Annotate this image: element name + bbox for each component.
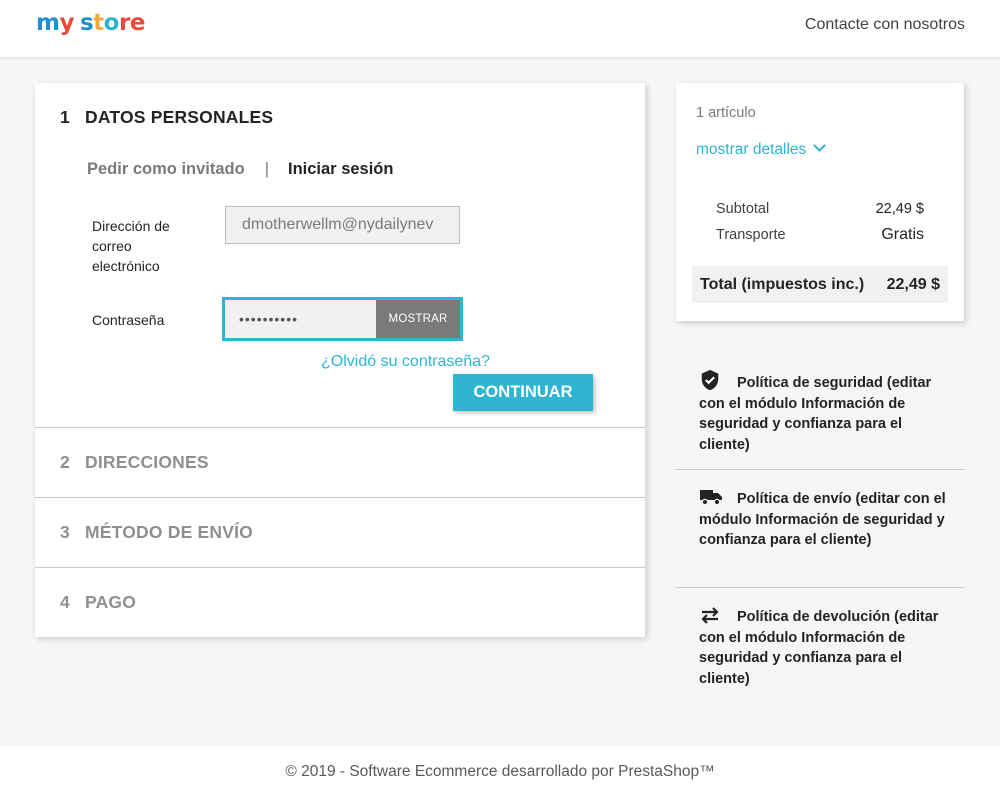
step-label: MÉTODO DE ENVÍO (85, 522, 253, 542)
password-label: Contraseña (92, 312, 165, 328)
shield-check-icon (699, 369, 721, 391)
logo-letter: y (59, 10, 74, 36)
step-addresses: 2 DIRECCIONES (35, 428, 645, 498)
continue-button[interactable]: CONTINUAR (453, 374, 593, 411)
tab-separator: | (264, 160, 269, 178)
store-logo[interactable]: my store (36, 10, 145, 36)
shipping-label: Transporte (716, 227, 786, 243)
subtotal-row: Subtotal 22,49 $ (716, 201, 924, 217)
step-title-shipping-method[interactable]: 3 MÉTODO DE ENVÍO (35, 498, 645, 567)
step-label: PAGO (85, 592, 137, 612)
total-label: Total (impuestos inc.) (700, 276, 865, 293)
step-personal-info: 1 DATOS PERSONALES Pedir como invitado | In… (35, 83, 645, 428)
reassurance-returns: Política de devolución (editar con el mó… (675, 588, 965, 706)
logo-letter: t (93, 10, 104, 36)
logo-letter: m (36, 10, 60, 36)
step-number: 4 (60, 592, 70, 612)
step-title-personal-info[interactable]: 1 DATOS PERSONALES (35, 83, 645, 151)
subtotal-label: Subtotal (716, 201, 770, 217)
logo-letter: s (79, 10, 94, 36)
truck-icon (699, 487, 722, 507)
step-payment: 4 PAGO (35, 568, 645, 637)
checkout-steps: 1 DATOS PERSONALES Pedir como invitado | In… (35, 83, 645, 637)
total-value: 22,49 $ (886, 276, 940, 293)
swap-arrows-icon (699, 605, 721, 625)
step-number: 2 (60, 452, 70, 472)
site-footer: © 2019 - Software Ecommerce desarrollado… (0, 746, 1000, 797)
email-field[interactable]: dmotherwellm@nydailynev (225, 206, 460, 244)
reassurance-text: Política de seguridad (editar con el mód… (699, 375, 932, 453)
email-label: Dirección de correo electrónico (92, 218, 170, 274)
item-count: 1 artículo (696, 105, 756, 121)
total-row: Total (impuestos inc.) 22,49 $ (692, 266, 948, 303)
show-details-label: mostrar detalles (696, 141, 807, 158)
forgot-password-link[interactable]: ¿Olvidó su contraseña? (321, 353, 490, 371)
copyright-text[interactable]: © 2019 - Software Ecommerce desarrollado… (0, 763, 1000, 781)
reassurance-text: Política de envío (editar con el módulo … (699, 491, 946, 548)
step-title-payment[interactable]: 4 PAGO (35, 568, 645, 637)
cart-summary: 1 artículo mostrar detalles Subtotal 22,… (676, 83, 964, 321)
password-group: •••••••••• MOSTRAR (222, 297, 463, 341)
subtotal-value: 22,49 $ (875, 201, 924, 217)
contact-link[interactable]: Contacte con nosotros (805, 16, 965, 34)
chevron-down-icon (813, 139, 827, 152)
shipping-value: Gratis (881, 226, 924, 243)
step-number: 3 (60, 522, 70, 542)
shipping-row: Transporte Gratis (716, 226, 924, 243)
step-shipping-method: 3 MÉTODO DE ENVÍO (35, 498, 645, 568)
reassurance-security: Política de seguridad (editar con el mód… (675, 352, 965, 470)
tab-guest-checkout[interactable]: Pedir como invitado (87, 160, 245, 178)
reassurance-shipping: Política de envío (editar con el módulo … (675, 470, 965, 588)
step-label: DATOS PERSONALES (85, 107, 274, 127)
tab-login[interactable]: Iniciar sesión (288, 160, 393, 178)
reassurance-text: Política de devolución (editar con el mó… (699, 609, 939, 687)
logo-letter: e (129, 10, 146, 36)
logo-letter: r (118, 10, 130, 36)
login-tabs: Pedir como invitado | Iniciar sesión (87, 160, 393, 179)
reassurance-block: Política de seguridad (editar con el mód… (675, 352, 965, 706)
site-header: my store Contacte con nosotros (0, 0, 1000, 58)
password-field[interactable]: •••••••••• (225, 300, 377, 338)
show-password-button[interactable]: MOSTRAR (376, 300, 460, 338)
step-title-addresses[interactable]: 2 DIRECCIONES (35, 428, 645, 497)
show-details-link[interactable]: mostrar detalles (696, 139, 827, 159)
step-label: DIRECCIONES (85, 452, 209, 472)
logo-letter: o (103, 10, 120, 36)
step-number: 1 (60, 107, 70, 127)
